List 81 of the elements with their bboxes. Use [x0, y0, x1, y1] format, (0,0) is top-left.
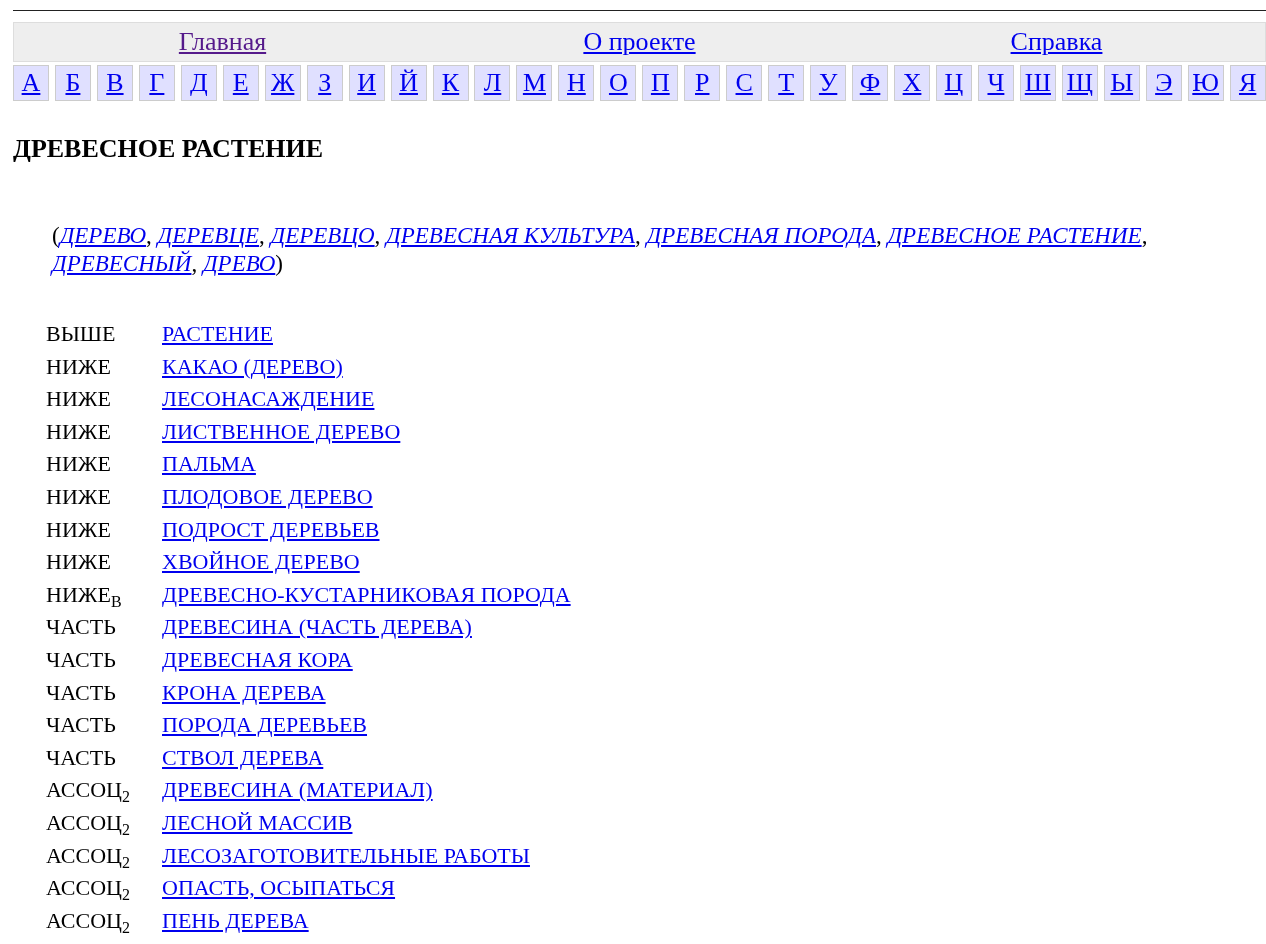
letter-link[interactable]: Т	[768, 65, 805, 101]
letter-link[interactable]: Щ	[1061, 65, 1098, 101]
synonym-link[interactable]: ДЕРЕВО	[59, 223, 147, 248]
relation-label: АССОЦ$_{2}$	[46, 906, 131, 938]
letter-link[interactable]: Е	[222, 65, 259, 101]
letter-link[interactable]: Х	[894, 65, 930, 101]
letter-link[interactable]: П	[642, 65, 679, 101]
relation-label: НИЖЕ$_{В}$	[46, 580, 123, 612]
relation-label: НИЖЕ	[46, 482, 112, 511]
letter-link[interactable]: Л	[474, 65, 511, 101]
letter-link[interactable]: Ц	[935, 65, 972, 101]
relation-label: ЧАСТЬ	[46, 678, 117, 707]
letter-link[interactable]: Н	[558, 65, 595, 101]
concept-link[interactable]: ДРЕВЕСИНА (МАТЕРИАЛ)	[162, 777, 433, 803]
synonym-link[interactable]: ДРЕВЕСНОЕ РАСТЕНИЕ	[887, 223, 1142, 248]
letter-link[interactable]: А	[13, 65, 49, 101]
letter-link[interactable]: У	[810, 65, 847, 101]
relation-label: АССОЦ$_{2}$	[46, 808, 131, 840]
relation-label: ЧАСТЬ	[46, 743, 117, 772]
concept-link[interactable]: ХВОЙНОЕ ДЕРЕВО	[162, 549, 360, 575]
letter-link[interactable]: М	[516, 65, 553, 101]
concept-link[interactable]: КАКАО (ДЕРЕВО)	[162, 353, 343, 379]
relation-label: АССОЦ$_{2}$	[46, 874, 131, 905]
relation-label: ЧАСТЬ	[46, 645, 117, 674]
relation-label: НИЖЕ	[46, 417, 112, 446]
letter-link[interactable]: Г	[138, 65, 175, 101]
concept-link[interactable]: ЛИСТВЕННОЕ ДЕРЕВО	[162, 418, 401, 444]
concept-link[interactable]: ПОРОДА ДЕРЕВЬЕВ	[162, 712, 367, 738]
relation-label: ЧАСТЬ	[46, 613, 117, 642]
letter-link[interactable]: Д	[180, 65, 217, 101]
letter-link[interactable]: Й	[390, 65, 427, 101]
letter-link[interactable]: Р	[684, 65, 721, 101]
letter-link[interactable]: К	[432, 65, 469, 101]
nav-link[interactable]: Справка	[1010, 27, 1103, 56]
concept-link[interactable]: ОПАСТЬ, ОСЫПАТЬСЯ	[162, 875, 396, 901]
concept-link[interactable]: ЛЕСОНАСАЖДЕНИЕ	[162, 386, 375, 412]
synonym-link[interactable]: ДРЕВЕСНАЯ ПОРОДА	[646, 223, 876, 248]
synonym-link[interactable]: ДРЕВО	[202, 251, 276, 276]
nav-link[interactable]: Главная	[178, 27, 267, 56]
relation-label: НИЖЕ	[46, 385, 112, 414]
letter-link[interactable]: Ы	[1103, 65, 1140, 101]
letter-link[interactable]: Ш	[1019, 65, 1056, 101]
concept-link[interactable]: ЛЕСОЗАГОТОВИТЕЛЬНЫЕ РАБОТЫ	[162, 842, 530, 868]
concept-link[interactable]: ЛЕСНОЙ МАССИВ	[162, 809, 353, 835]
letter-link[interactable]: Э	[1145, 65, 1182, 101]
letter-link[interactable]: Ф	[852, 65, 889, 101]
concept-link[interactable]: ПЛОДОВОЕ ДЕРЕВО	[162, 483, 373, 509]
letter-link[interactable]: И	[348, 65, 385, 101]
concept-link[interactable]: ДРЕВЕСИНА (ЧАСТЬ ДЕРЕВА)	[162, 614, 472, 640]
letter-link[interactable]: В	[96, 65, 133, 101]
letter-link[interactable]: Ю	[1187, 65, 1224, 101]
relation-label: АССОЦ$_{2}$	[46, 841, 131, 873]
synonym-link[interactable]: ДРЕВЕСНЫЙ	[52, 251, 192, 276]
concept-link[interactable]: ДРЕВЕСНАЯ КОРА	[162, 646, 353, 672]
relation-label: НИЖЕ	[46, 515, 112, 544]
letter-link[interactable]: Ч	[977, 65, 1014, 101]
synonyms-list: (ДЕРЕВО, ДЕРЕВЦЕ, ДЕРЕВЦО, ДРЕВЕСНАЯ КУЛЬТУРА, ДРЕВЕСНАЯ ПОРОДА, ДРЕВЕСНОЕ РАСТЕНИЕ, ДРЕВЕСНЫЙ, ДРЕВО)	[52, 222, 1152, 278]
letter-link[interactable]: Ж	[264, 65, 301, 101]
concept-link[interactable]: ПОДРОСТ ДЕРЕВЬЕВ	[162, 516, 380, 542]
synonym-link[interactable]: ДЕРЕВЦО	[270, 223, 375, 248]
letter-link[interactable]: С	[726, 65, 763, 101]
letter-link[interactable]: З	[306, 65, 343, 101]
concept-link[interactable]: СТВОЛ ДЕРЕВА	[162, 744, 324, 770]
relation-label: ВЫШЕ	[46, 320, 117, 348]
synonym-link[interactable]: ДРЕВЕСНАЯ КУЛЬТУРА	[386, 223, 636, 248]
relation-label: НИЖЕ	[46, 352, 112, 381]
letter-link[interactable]: Б	[54, 65, 91, 101]
letter-link[interactable]: Я	[1229, 65, 1266, 101]
concept-link[interactable]: ПЕНЬ ДЕРЕВА	[162, 907, 309, 933]
letter-link[interactable]: О	[600, 65, 637, 101]
concept-link[interactable]: РАСТЕНИЕ	[162, 321, 273, 346]
concept-link[interactable]: ПАЛЬМА	[162, 451, 256, 477]
relation-label: ЧАСТЬ	[46, 711, 117, 740]
synonym-link[interactable]: ДЕРЕВЦЕ	[157, 223, 260, 248]
relation-label: НИЖЕ	[46, 548, 112, 577]
concept-link[interactable]: КРОНА ДЕРЕВА	[162, 679, 326, 705]
page-title: ДРЕВЕСНОЕ РАСТЕНИЕ	[13, 134, 325, 164]
nav-link[interactable]: О проекте	[583, 27, 696, 56]
concept-link[interactable]: ДРЕВЕСНО-КУСТАРНИКОВАЯ ПОРОДА	[162, 581, 571, 607]
relation-label: НИЖЕ	[46, 450, 112, 479]
relation-label: АССОЦ$_{2}$	[46, 776, 131, 807]
